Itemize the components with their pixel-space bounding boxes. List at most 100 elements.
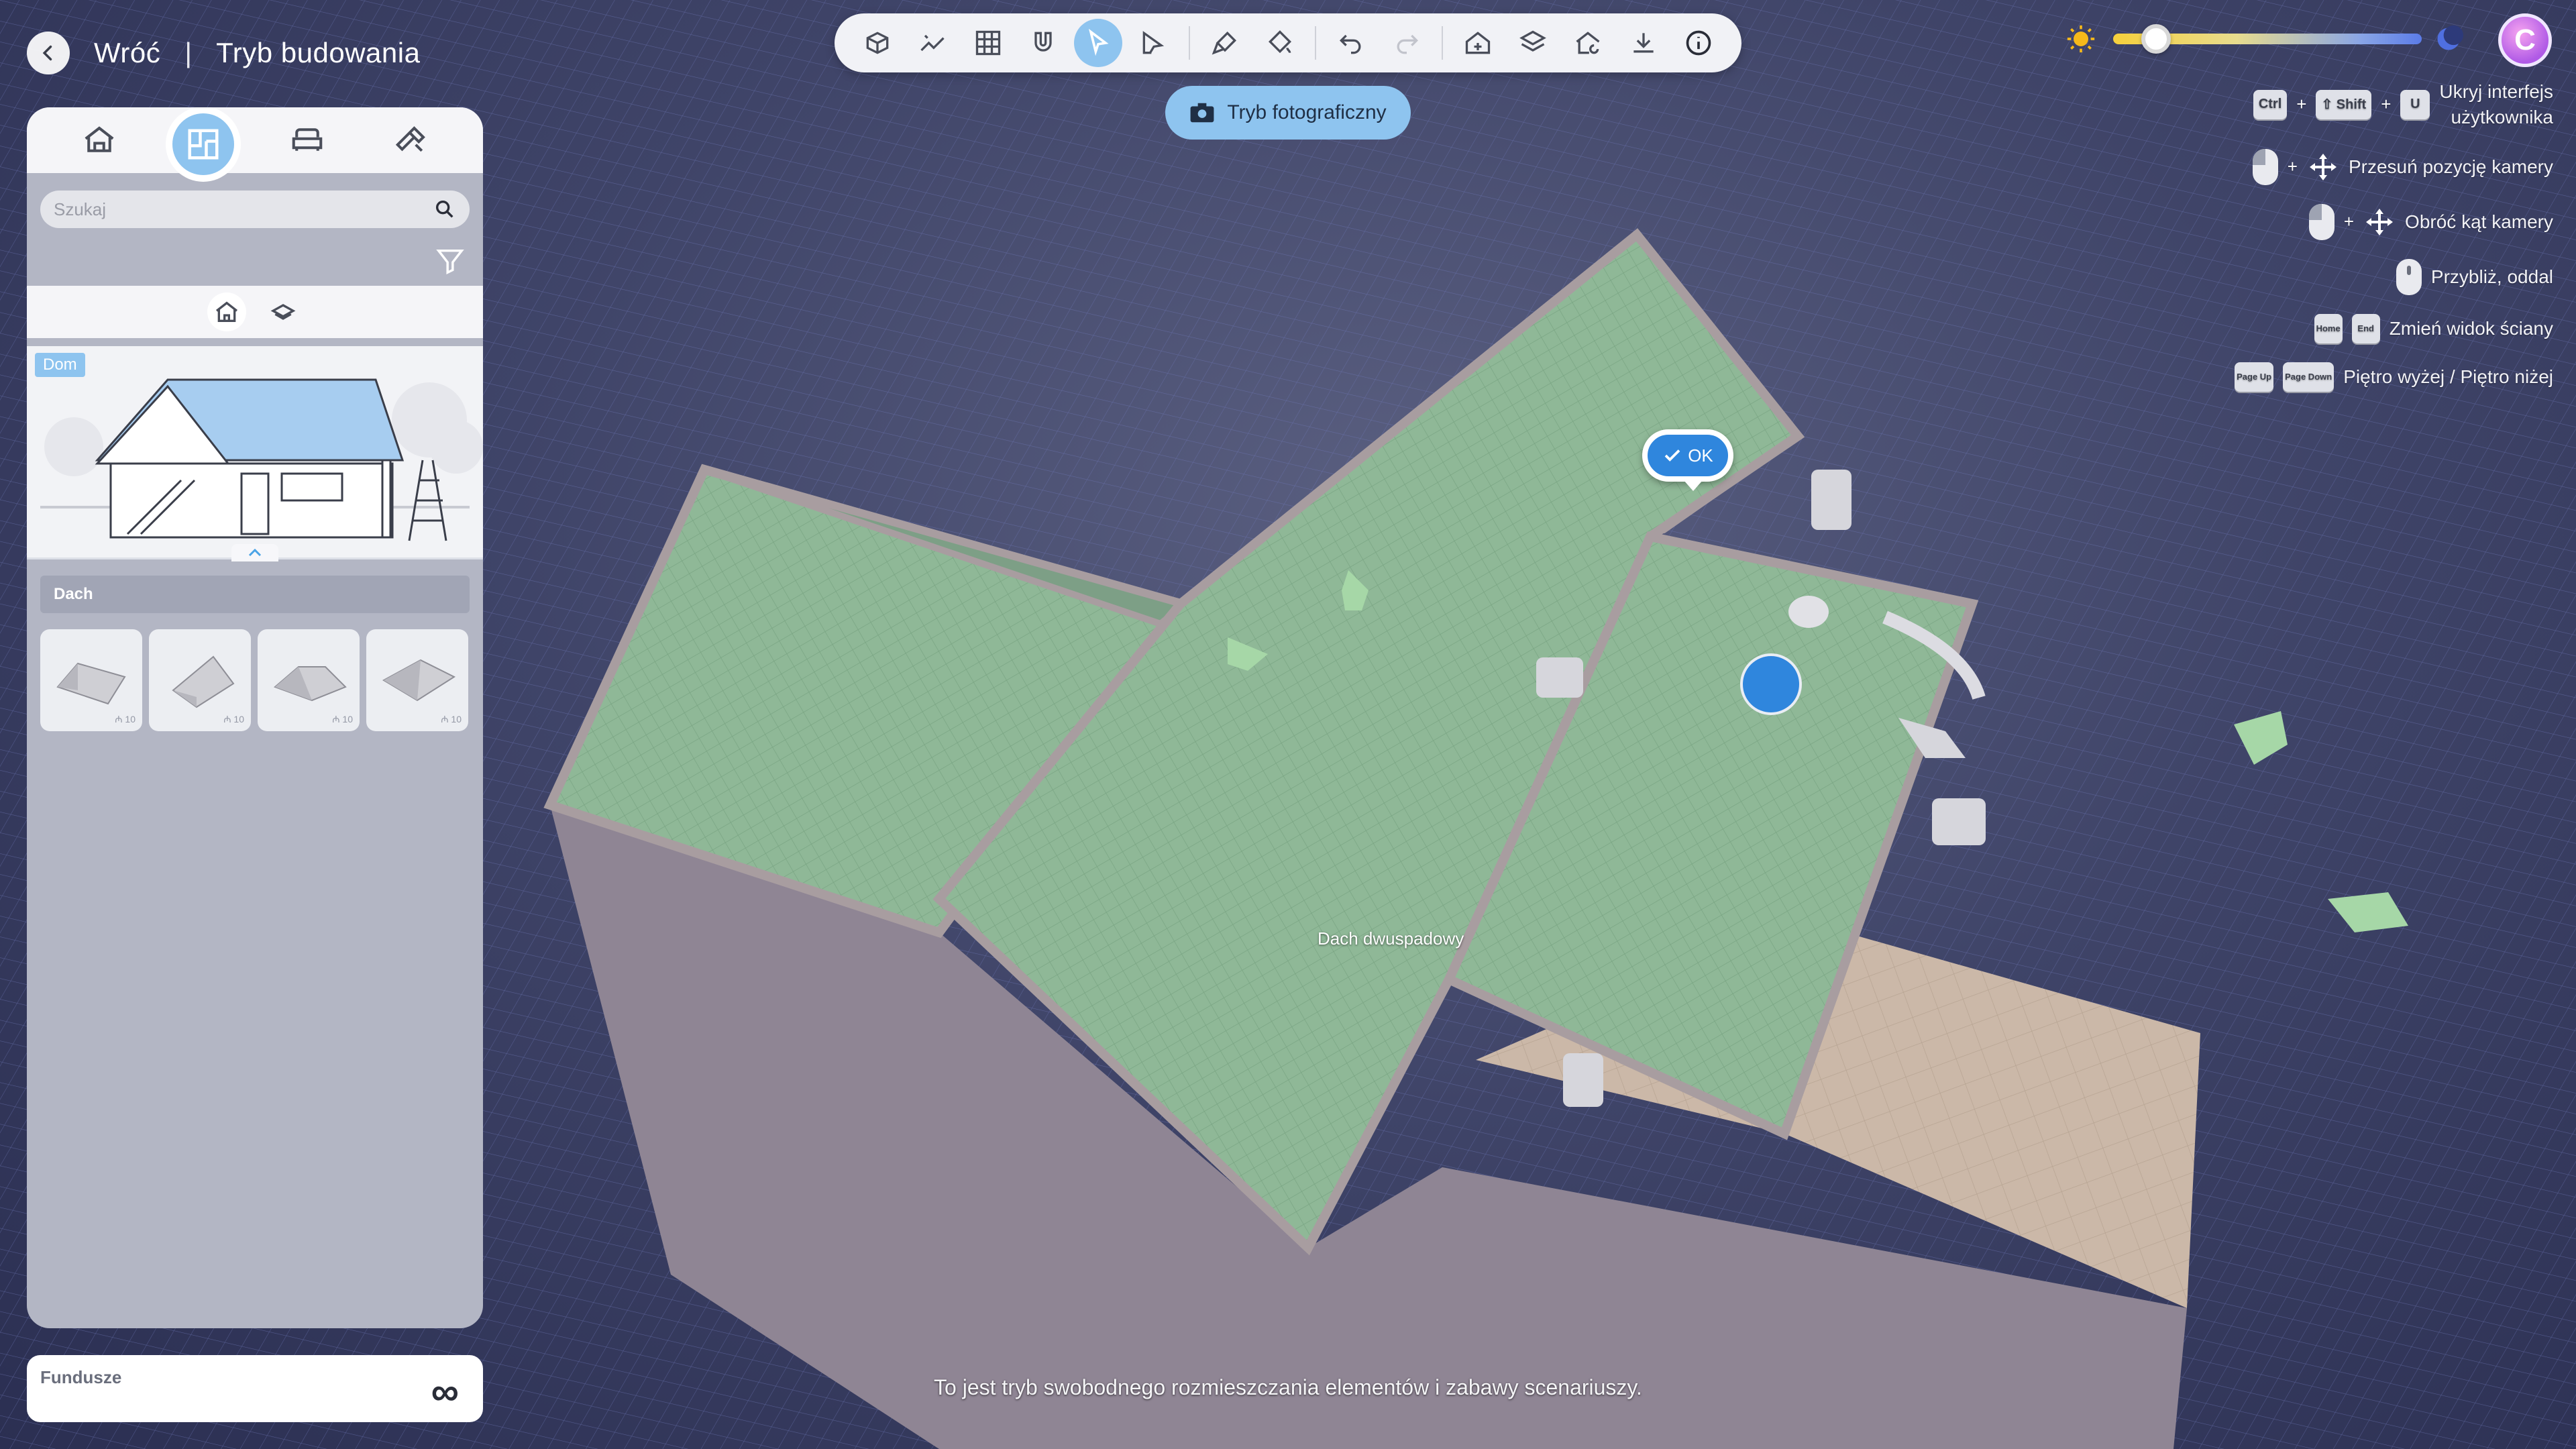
roof-item-pyramid[interactable]: ₼ 10 (366, 629, 468, 731)
paint-fill-button[interactable] (1256, 19, 1304, 67)
pyramid-roof-icon (382, 659, 456, 702)
toolbar-separator (1315, 26, 1317, 60)
shortcut-label: Przesuń pozycję kamery (2348, 156, 2553, 177)
back-label[interactable]: Wróć (94, 37, 160, 69)
item-cost-value: 10 (451, 714, 462, 724)
edge-handle-top[interactable] (1811, 470, 1851, 530)
undo-icon (1340, 34, 1361, 54)
measure-cursor-icon (1142, 31, 1164, 54)
edge-handle-left[interactable] (1536, 657, 1583, 698)
paint-brush-button[interactable] (1201, 19, 1249, 67)
shortcut-floor: Page Up Page Down Piętro wyżej / Piętro … (2178, 362, 2553, 392)
mouse-right-icon (2308, 203, 2334, 240)
check-icon (1664, 449, 1680, 462)
section-header: Dach (40, 576, 470, 613)
shortcut-move-camera: + Przesuń pozycję kamery (2178, 148, 2553, 185)
shortcut-wall-view: Home End Zmień widok ściany (2178, 313, 2553, 343)
roof-items: ₼ 10 ₼ 10 ₼ 10 ₼ 10 (27, 613, 483, 731)
mode-title: Tryb budowania (216, 37, 421, 68)
shortcut-rotate-camera: + Obróć kąt kamery (2178, 203, 2553, 240)
slider-thumb[interactable] (2141, 24, 2171, 54)
shortcut-label-line1: Ukryj interfejs (2439, 81, 2553, 102)
edge-handle-bottom[interactable] (1563, 1053, 1603, 1107)
item-cost: ₼ 10 (115, 714, 136, 724)
user-avatar[interactable]: C (2498, 13, 2552, 67)
plus-sign: + (2343, 211, 2355, 232)
shortcut-hide-ui: Ctrl + ⇧ Shift + U Ukryj interfejs użytk… (2178, 79, 2553, 130)
select-button[interactable] (1074, 19, 1123, 67)
download-button[interactable] (1619, 19, 1667, 67)
redo-button[interactable] (1382, 19, 1430, 67)
edge-handle-right[interactable] (1932, 798, 1986, 845)
grid-icon (975, 30, 1000, 56)
height-handle[interactable] (1788, 596, 1829, 628)
item-cost: ₼ 10 (223, 714, 244, 724)
chevron-left-icon (42, 45, 52, 61)
move-arrows-icon (2366, 208, 2394, 235)
camera-icon (1190, 103, 1214, 123)
layer-house-button[interactable] (1509, 19, 1557, 67)
item-cost: ₼ 10 (441, 714, 462, 724)
time-of-day-slider[interactable] (2066, 20, 2469, 58)
photo-mode-button[interactable]: Tryb fotograficzny (1165, 86, 1411, 140)
hip-roof-icon (274, 666, 347, 702)
search-icon[interactable] (433, 198, 456, 221)
photo-mode-label: Tryb fotograficzny (1227, 101, 1387, 123)
toolbar-separator (1188, 26, 1190, 60)
subtab-layers[interactable] (264, 292, 303, 331)
expand-preview-button[interactable] (231, 544, 278, 561)
shortcut-label: Ukryj interfejs użytkownika (2439, 79, 2553, 130)
magnet-button[interactable] (1019, 19, 1067, 67)
redo-icon (1397, 34, 1418, 54)
key-page-up: Page Up (2235, 362, 2274, 392)
key-ctrl: Ctrl (2253, 89, 2288, 119)
search-input[interactable] (54, 199, 389, 220)
shortcut-label: Zmień widok ściany (2389, 317, 2553, 339)
subtabs (27, 286, 483, 338)
shortcut-label: Obróć kąt kamery (2405, 211, 2553, 232)
info-button[interactable] (1674, 19, 1723, 67)
house-illustration (40, 378, 483, 541)
top-nav: Wróć | Tryb budowania (27, 30, 420, 76)
house-cube-button[interactable] (853, 19, 902, 67)
grid-button[interactable] (964, 19, 1012, 67)
status-message: To jest tryb swobodnego rozmieszczania e… (934, 1375, 1642, 1399)
move-arrows-icon (2309, 153, 2337, 180)
house-preview: Dom (27, 346, 483, 561)
roof-item-hip[interactable]: ₼ 10 (258, 629, 360, 731)
house-plus-icon (1465, 32, 1490, 54)
preview-badge: Dom (35, 353, 85, 377)
tab-house[interactable] (68, 109, 130, 171)
toolbar-separator (1441, 26, 1443, 60)
shed-roof-icon (172, 655, 235, 708)
roof-item-gable[interactable]: ₼ 10 (40, 629, 142, 731)
mouse-left-icon (2252, 148, 2278, 185)
house-refresh-button[interactable] (1564, 19, 1612, 67)
home-outline-icon (215, 301, 238, 322)
filter-icon[interactable] (435, 246, 466, 276)
shortcut-zoom: Przybliż, oddal (2178, 258, 2553, 295)
shortcut-hints: Ctrl + ⇧ Shift + U Ukryj interfejs użytk… (2178, 79, 2553, 411)
item-cost: ₼ 10 (332, 714, 353, 724)
hammer-icon (395, 126, 425, 152)
house-cube-icon (866, 32, 889, 54)
back-button[interactable] (27, 32, 70, 74)
house-plus-button[interactable] (1454, 19, 1502, 67)
key-end: End (2351, 313, 2380, 343)
tab-furniture[interactable] (276, 109, 338, 171)
measure-button[interactable] (1129, 19, 1177, 67)
wall-draw-button[interactable] (908, 19, 957, 67)
search-box[interactable] (40, 191, 470, 228)
roof-item-shed[interactable]: ₼ 10 (149, 629, 251, 731)
selection-handle[interactable] (1740, 653, 1802, 715)
plus-sign: + (2296, 94, 2307, 115)
shortcut-label-line2: użytkownika (2451, 106, 2553, 127)
house-icon (85, 126, 113, 152)
paint-fill-icon (1269, 30, 1292, 54)
tab-floorplan[interactable] (172, 113, 234, 175)
subtab-home[interactable] (207, 292, 246, 331)
ok-button[interactable]: OK (1642, 429, 1733, 491)
nav-separator: | (184, 37, 193, 68)
undo-button[interactable] (1327, 19, 1375, 67)
tab-tools[interactable] (380, 109, 442, 171)
